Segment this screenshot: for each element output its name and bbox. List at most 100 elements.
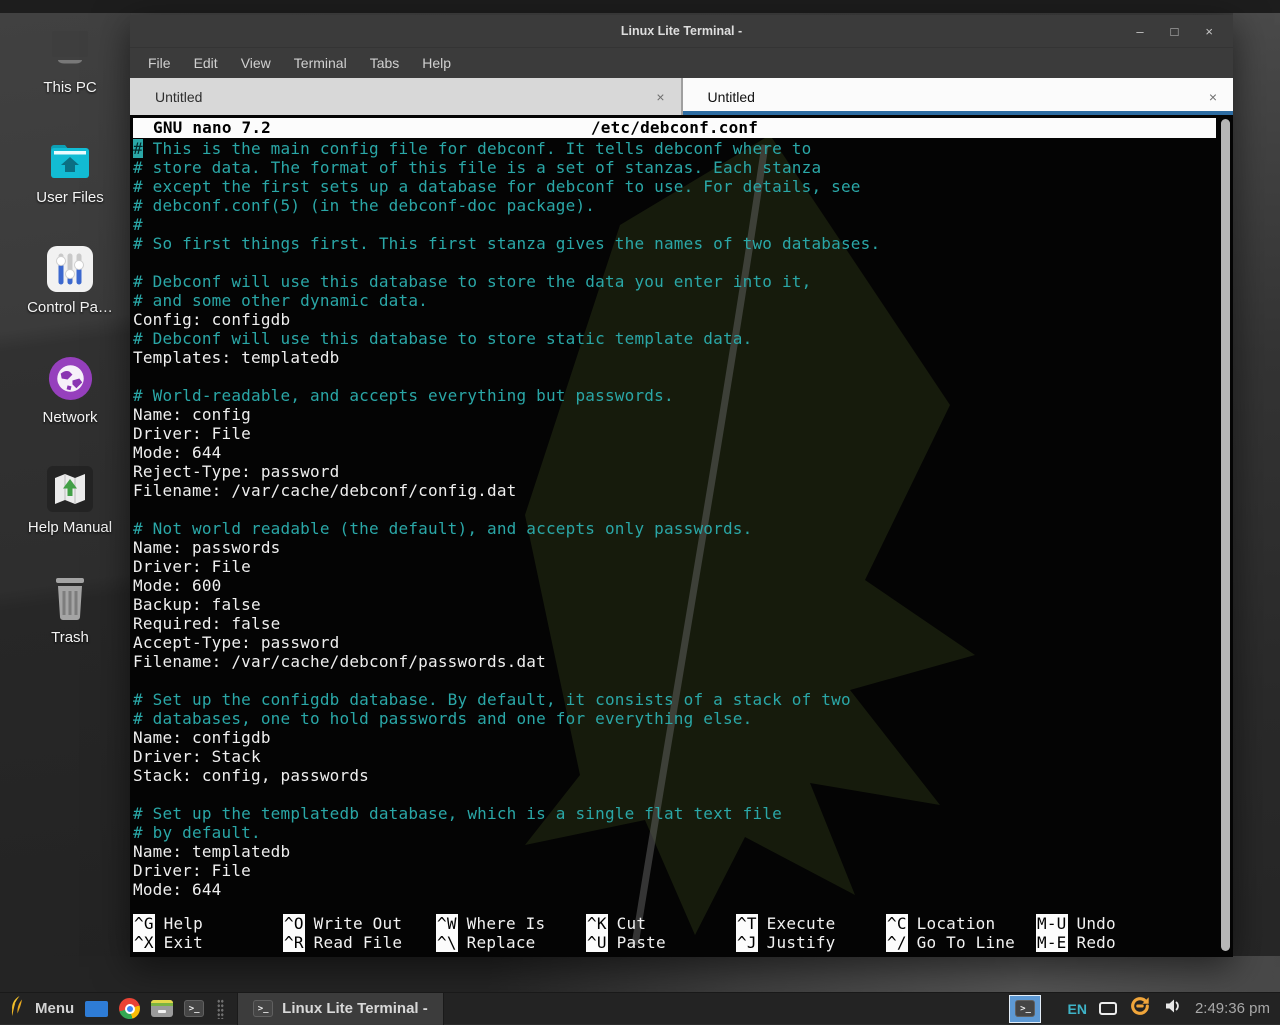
- tab-close-icon[interactable]: ×: [656, 89, 664, 105]
- nano-shortcut[interactable]: ^GHelp: [133, 914, 283, 933]
- shortcut-label: Cut: [617, 914, 647, 933]
- tab-untitled-1[interactable]: Untitled ×: [130, 78, 681, 115]
- menu-file[interactable]: File: [148, 55, 171, 71]
- editor-line: Name: configdb: [133, 728, 1216, 747]
- shortcut-label: Read File: [314, 933, 403, 952]
- maximize-button[interactable]: □: [1171, 25, 1179, 38]
- nano-shortcut[interactable]: ^KCut: [586, 914, 736, 933]
- wallpaper-facet: [1233, 13, 1280, 992]
- window-list-handle[interactable]: [217, 999, 224, 1019]
- sliders-icon: [47, 240, 93, 292]
- editor-line: # World-readable, and accepts everything…: [133, 386, 1216, 405]
- chrome-icon[interactable]: [119, 998, 140, 1019]
- language-indicator[interactable]: EN: [1067, 1001, 1086, 1017]
- nano-shortcut[interactable]: ^XExit: [133, 933, 283, 952]
- editor-line: # Not world readable (the default), and …: [133, 519, 1216, 538]
- minimize-button[interactable]: –: [1136, 25, 1143, 38]
- nano-shortcut[interactable]: ^TExecute: [736, 914, 886, 933]
- shortcut-key: ^W: [436, 914, 458, 933]
- nano-shortcut[interactable]: ^UPaste: [586, 933, 736, 952]
- editor-line: # store data. The format of this file is…: [133, 158, 1216, 177]
- editor-line: Filename: /var/cache/debconf/config.dat: [133, 481, 1216, 500]
- nano-file-path: /etc/debconf.conf: [133, 118, 1216, 137]
- tab-close-icon[interactable]: ×: [1209, 89, 1217, 105]
- nano-shortcut[interactable]: ^RRead File: [283, 933, 436, 952]
- editor-line: Filename: /var/cache/debconf/passwords.d…: [133, 652, 1216, 671]
- window-title: Linux Lite Terminal -: [130, 24, 1233, 38]
- editor-lines: # This is the main config file for debco…: [133, 139, 1216, 899]
- editor-line: Mode: 600: [133, 576, 1216, 595]
- menu-terminal[interactable]: Terminal: [294, 55, 347, 71]
- nano-shortcut[interactable]: ^JJustify: [736, 933, 886, 952]
- nano-shortcut[interactable]: ^C Location: [886, 914, 1036, 933]
- nano-shortcut[interactable]: ^OWrite Out: [283, 914, 436, 933]
- tab-label: Untitled: [155, 89, 656, 105]
- editor-line: # Debconf will use this database to stor…: [133, 272, 1216, 291]
- editor-line: Driver: Stack: [133, 747, 1216, 766]
- editor-line: # by default.: [133, 823, 1216, 842]
- globe-icon: [47, 350, 94, 402]
- linux-lite-logo-icon[interactable]: [9, 996, 24, 1022]
- desktop-icon-trash[interactable]: Trash: [8, 570, 132, 674]
- nano-shortcut[interactable]: M-ERedo: [1036, 933, 1216, 952]
- chrome-hub: [125, 1004, 135, 1014]
- editor-line: # So first things first. This first stan…: [133, 234, 1216, 253]
- shortcut-key: ^X: [133, 933, 155, 952]
- tab-untitled-2[interactable]: Untitled ×: [683, 78, 1234, 115]
- shortcut-label: Help: [164, 914, 203, 933]
- nano-shortcut[interactable]: M-UUndo: [1036, 914, 1216, 933]
- nano-shortcut[interactable]: ^WWhere Is: [436, 914, 586, 933]
- display-icon[interactable]: [1099, 1002, 1117, 1015]
- desktop-icon-label: Network: [42, 409, 97, 426]
- workspace-pager-icon[interactable]: [85, 1001, 108, 1017]
- updates-icon[interactable]: [1129, 995, 1151, 1022]
- editor-line: Name: templatedb: [133, 842, 1216, 861]
- editor-line: # debconf.conf(5) (in the debconf-doc pa…: [133, 196, 1216, 215]
- shortcut-label: Write Out: [314, 914, 403, 933]
- shortcut-key: M-E: [1036, 933, 1068, 952]
- start-menu-button[interactable]: Menu: [35, 1000, 74, 1017]
- nano-titlebar: GNU nano 7.2 /etc/debconf.conf: [133, 118, 1216, 138]
- menu-tabs[interactable]: Tabs: [370, 55, 400, 71]
- systray-terminal-icon[interactable]: >_: [1009, 995, 1041, 1023]
- shortcut-key: ^/: [886, 933, 908, 952]
- terminal-scrollbar[interactable]: [1221, 119, 1230, 951]
- desktop-wallpaper: This PC User Files: [0, 0, 1280, 1024]
- editor-line: Name: passwords: [133, 538, 1216, 557]
- speaker-icon[interactable]: [1163, 996, 1183, 1021]
- menu-help[interactable]: Help: [422, 55, 451, 71]
- shortcut-label: Location: [917, 914, 996, 933]
- editor-line: Config: configdb: [133, 310, 1216, 329]
- terminal-launcher-icon[interactable]: >_: [184, 1000, 204, 1017]
- window-controls: – □ ×: [1136, 25, 1233, 38]
- taskbar-left: Menu >_ >_ Linux Lite Terminal -: [0, 993, 444, 1024]
- editor-line: Driver: File: [133, 861, 1216, 880]
- desktop-icon-help-manual[interactable]: Help Manual: [8, 460, 132, 564]
- editor-line: [133, 367, 1216, 386]
- archive-icon[interactable]: [151, 1000, 173, 1017]
- desktop-icon-label: Control Pa…: [27, 299, 113, 316]
- window-titlebar[interactable]: Linux Lite Terminal - – □ ×: [130, 15, 1233, 48]
- editor-line: Driver: File: [133, 557, 1216, 576]
- editor-line: # Set up the templatedb database, which …: [133, 804, 1216, 823]
- close-button[interactable]: ×: [1205, 25, 1213, 38]
- nano-shortcut[interactable]: ^\Replace: [436, 933, 586, 952]
- desktop-icon-control-panel[interactable]: Control Pa…: [8, 240, 132, 344]
- wallpaper-facet: [0, 0, 1280, 13]
- tab-label: Untitled: [708, 89, 1209, 105]
- editor-line: # and some other dynamic data.: [133, 291, 1216, 310]
- nano-editor[interactable]: GNU nano 7.2 /etc/debconf.conf # This is…: [130, 115, 1233, 957]
- taskbar-window-button[interactable]: >_ Linux Lite Terminal -: [237, 993, 444, 1025]
- desktop-icon-this-pc[interactable]: This PC: [8, 20, 132, 124]
- desktop-icon-label: This PC: [43, 79, 96, 96]
- menu-edit[interactable]: Edit: [194, 55, 218, 71]
- archive-stripes: [151, 1000, 173, 1006]
- nano-shortcut[interactable]: ^/Go To Line: [886, 933, 1036, 952]
- menu-view[interactable]: View: [241, 55, 271, 71]
- shortcut-key: ^C: [886, 914, 908, 933]
- desktop-icon-user-files[interactable]: User Files: [8, 130, 132, 234]
- shortcut-key: ^\: [436, 933, 458, 952]
- desktop-icon-network[interactable]: Network: [8, 350, 132, 454]
- editor-line: #: [133, 215, 1216, 234]
- wallpaper-facet: [0, 956, 1280, 992]
